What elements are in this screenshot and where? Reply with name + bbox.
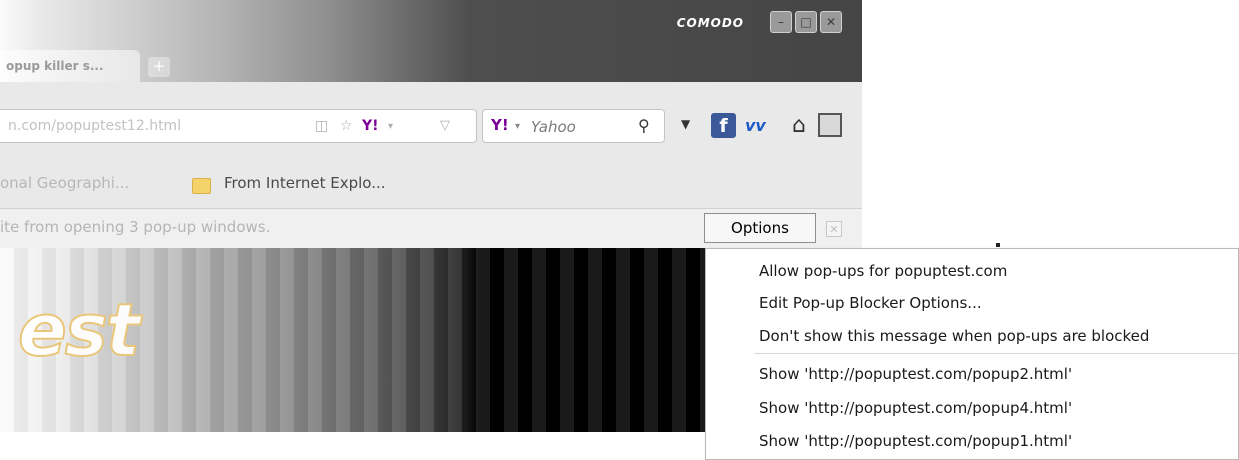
search-engine-placeholder: Yahoo (531, 118, 576, 136)
dropdown-triangle-icon[interactable]: ▽ (440, 118, 450, 133)
popuptest-logo: est (17, 287, 141, 373)
reader-icon[interactable]: ◫ (315, 118, 328, 134)
cursor-dot (996, 243, 1000, 247)
options-menu: Allow pop-ups for popuptest.com Edit Pop… (705, 248, 1239, 460)
menu-item-dont-show-message[interactable]: Don't show this message when pop-ups are… (759, 327, 1149, 345)
menu-item-edit-blocker-options[interactable]: Edit Pop-up Blocker Options... (759, 294, 982, 312)
vw-icon[interactable]: vv (745, 116, 766, 135)
menu-item-show-popup4[interactable]: Show 'http://popuptest.com/popup4.html' (759, 399, 1072, 417)
address-bar[interactable]: n.com/popuptest12.html ◫ ☆ Y! ▾ ▽ (0, 109, 477, 143)
url-text: n.com/popuptest12.html (8, 118, 182, 134)
maximize-button[interactable]: □ (795, 11, 817, 33)
search-dropdown-icon[interactable]: ▼ (681, 117, 690, 131)
menu-item-allow-popups[interactable]: Allow pop-ups for popuptest.com (759, 262, 1007, 280)
tab-popup-killer[interactable]: opup killer s... (0, 50, 140, 82)
menu-item-show-popup1[interactable]: Show 'http://popuptest.com/popup1.html' (759, 432, 1072, 450)
engine-chevron-icon[interactable]: ▾ (515, 121, 520, 132)
folder-icon (192, 178, 211, 194)
search-box[interactable]: Y! ▾ Yahoo ⚲ (482, 109, 665, 143)
bookmarks-bar (0, 162, 862, 208)
close-window-button[interactable]: ✕ (820, 11, 842, 33)
minimize-button[interactable]: – (770, 11, 792, 33)
new-tab-button[interactable]: + (148, 57, 170, 77)
notification-message: ite from opening 3 pop-up windows. (0, 218, 271, 236)
menu-item-show-popup2[interactable]: Show 'http://popuptest.com/popup2.html' (759, 365, 1072, 383)
bookmark-national-geographic[interactable]: onal Geographi... (0, 174, 129, 192)
title-bar: opup killer s... + COMODO – □ ✕ (0, 0, 862, 82)
bookmark-from-internet-explorer[interactable]: From Internet Explo... (224, 174, 386, 192)
star-icon[interactable]: ☆ (340, 118, 353, 134)
menu-separator (754, 353, 1238, 354)
yahoo-icon[interactable]: Y! (362, 118, 379, 134)
options-button[interactable]: Options (704, 213, 816, 243)
close-icon[interactable]: ✕ (826, 221, 842, 237)
comodo-brand: COMODO (676, 16, 744, 30)
chevron-down-icon[interactable]: ▾ (388, 121, 393, 132)
search-icon[interactable]: ⚲ (638, 116, 650, 135)
home-icon[interactable]: ⌂ (792, 113, 806, 138)
square-icon[interactable] (818, 113, 842, 137)
facebook-icon[interactable]: f (711, 113, 736, 138)
yahoo-search-icon[interactable]: Y! (491, 116, 509, 134)
